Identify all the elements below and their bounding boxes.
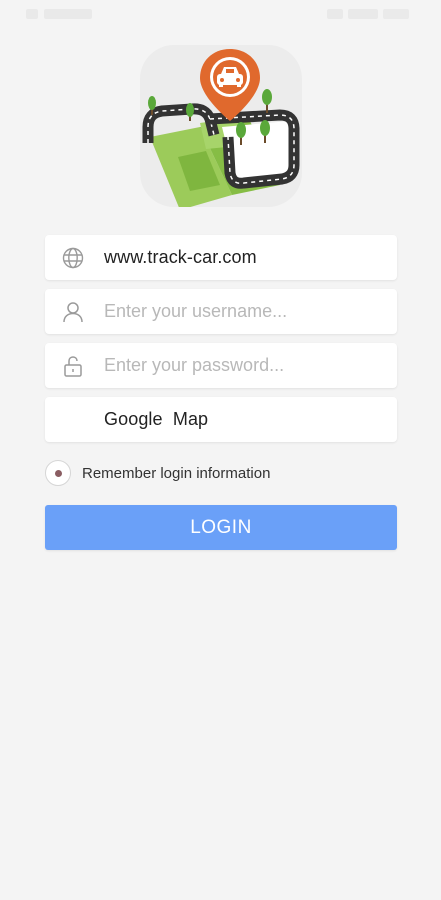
- password-field[interactable]: [45, 343, 397, 388]
- remember-login-option[interactable]: Remember login information: [45, 459, 365, 489]
- globe-icon: [61, 246, 85, 270]
- server-url-field[interactable]: www.track-car.com: [45, 235, 397, 280]
- remember-login-label[interactable]: Remember login information: [82, 459, 270, 489]
- radio-selected-dot: [55, 470, 62, 477]
- car-tracking-logo-icon: [142, 49, 300, 207]
- user-icon: [61, 300, 85, 324]
- password-input[interactable]: [104, 343, 384, 388]
- remember-login-radio[interactable]: [45, 460, 71, 486]
- server-url-value[interactable]: www.track-car.com: [104, 235, 257, 280]
- username-input[interactable]: [104, 289, 384, 334]
- map-type-selector[interactable]: Google Map: [45, 397, 397, 442]
- username-field[interactable]: [45, 289, 397, 334]
- map-type-value[interactable]: Google Map: [104, 397, 208, 442]
- status-bar: [0, 0, 441, 30]
- lock-icon: [61, 354, 85, 378]
- status-bar-left: [26, 8, 94, 20]
- login-button[interactable]: LOGIN: [45, 505, 397, 550]
- app-logo: [140, 45, 302, 207]
- status-bar-right: [327, 8, 411, 20]
